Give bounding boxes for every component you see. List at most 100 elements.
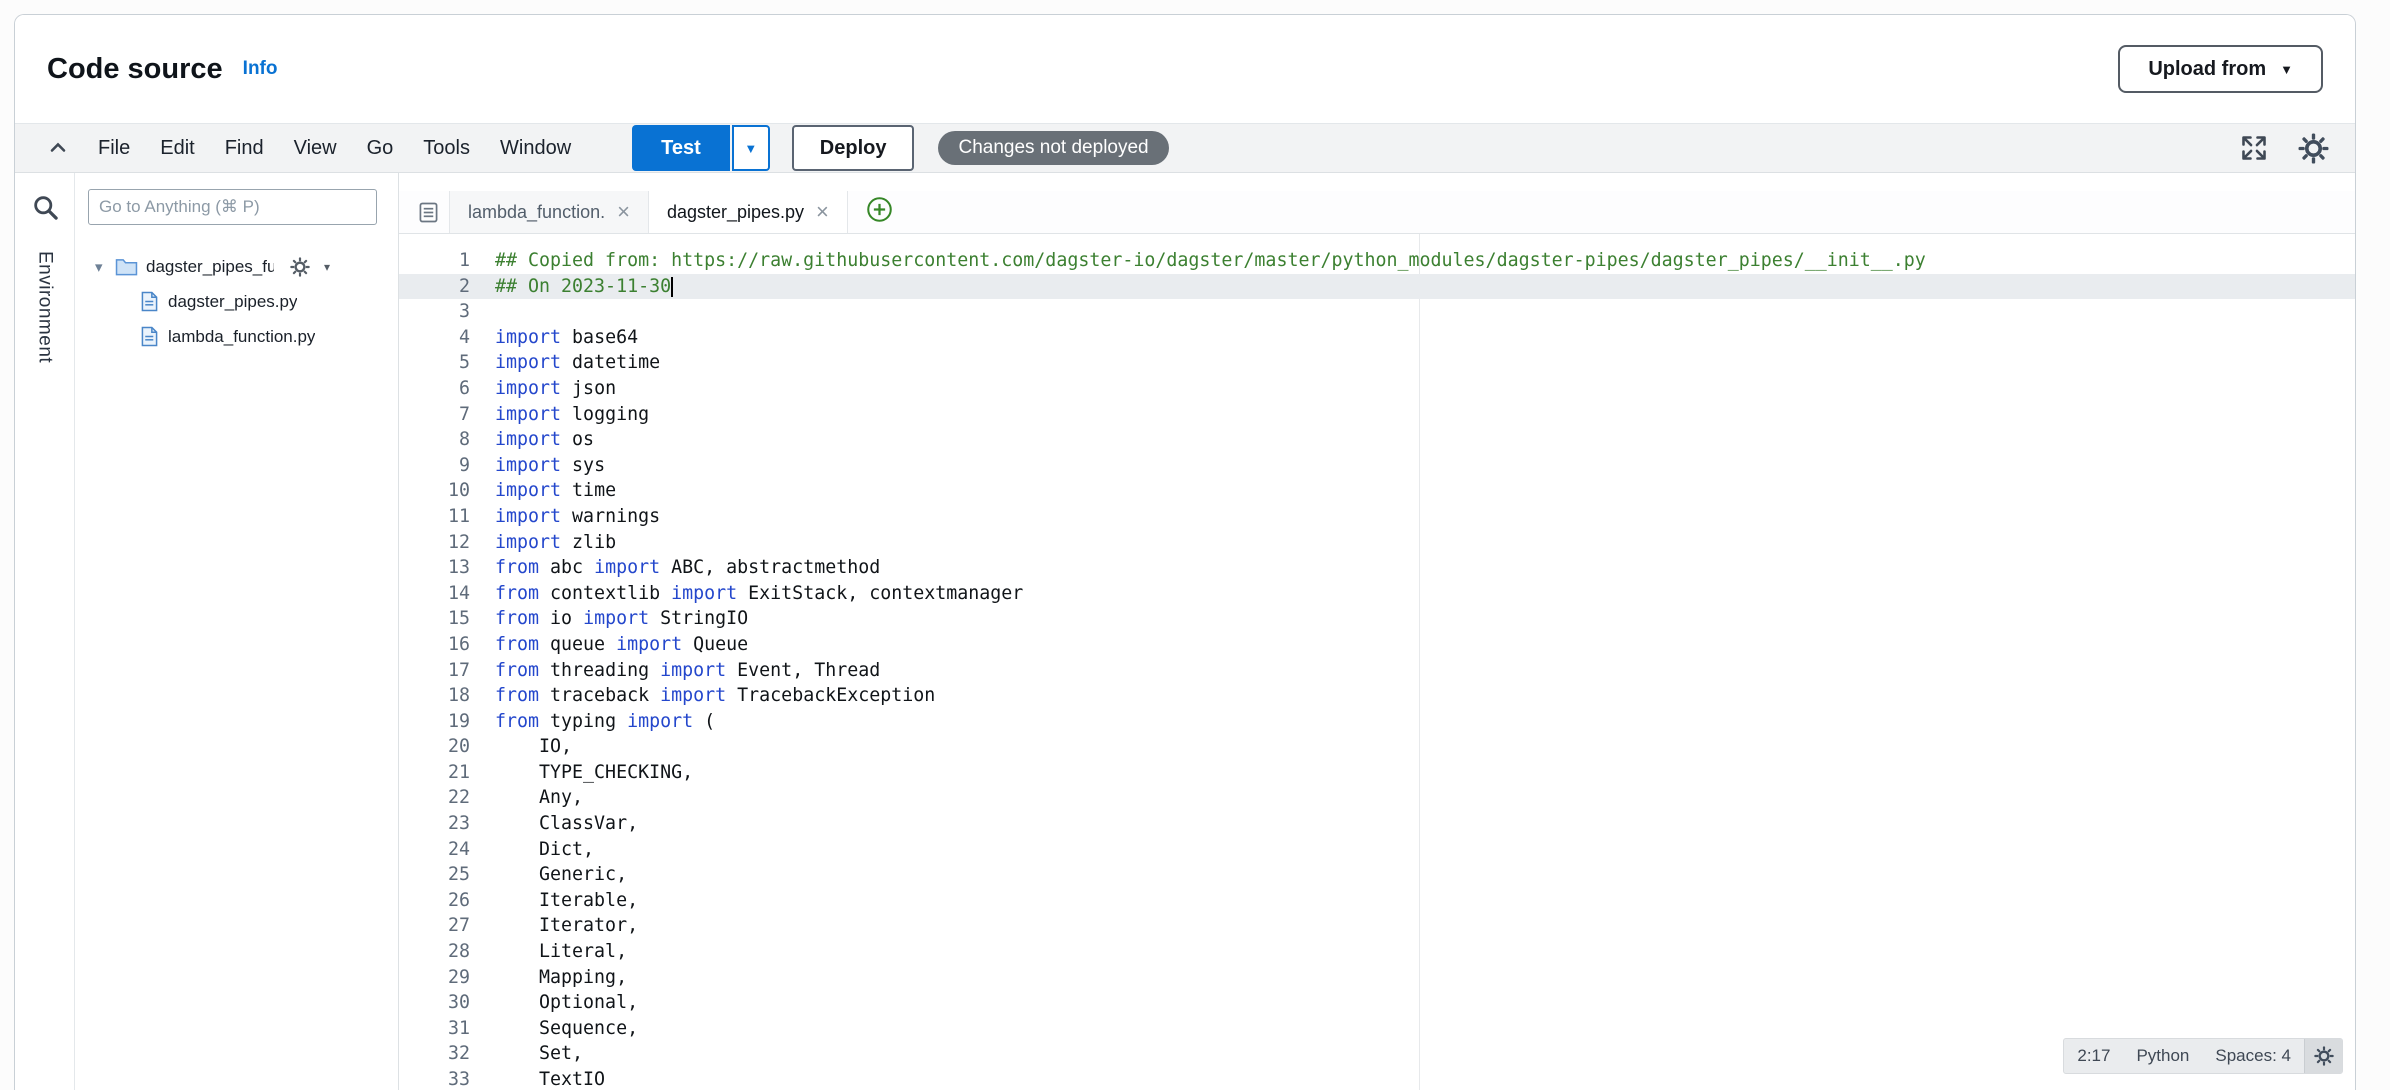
line-number: 14	[399, 581, 470, 607]
code-line-14[interactable]: 14from contextlib import ExitStack, cont…	[399, 581, 2355, 607]
caret-down-icon: ▼	[744, 141, 757, 156]
code-text: from abc import ABC, abstractmethod	[495, 555, 880, 581]
info-link[interactable]: Info	[243, 58, 278, 80]
deploy-button[interactable]: Deploy	[792, 125, 915, 171]
changes-status-badge: Changes not deployed	[938, 131, 1168, 165]
code-line-15[interactable]: 15from io import StringIO	[399, 606, 2355, 632]
folder-expand-caret-icon[interactable]: ▾	[95, 258, 113, 276]
code-text: Any,	[495, 785, 583, 811]
code-line-9[interactable]: 9import sys	[399, 453, 2355, 479]
collapse-editor-button[interactable]	[41, 136, 75, 160]
code-line-16[interactable]: 16from queue import Queue	[399, 632, 2355, 658]
line-number: 3	[399, 299, 470, 325]
code-lines: 1 ## Copied from: https://raw.githubuserc…	[399, 248, 2355, 1090]
text-cursor	[671, 277, 673, 297]
code-line-12[interactable]: 12import zlib	[399, 530, 2355, 556]
folder-item[interactable]: ▾ dagster_pipes_funct	[75, 249, 398, 284]
code-text: Dict,	[495, 837, 594, 863]
code-text: import logging	[495, 402, 649, 428]
file-list: dagster_pipes.py lambda_function.py	[75, 284, 398, 354]
code-line-23[interactable]: 23 ClassVar,	[399, 811, 2355, 837]
code-line-20[interactable]: 20 IO,	[399, 734, 2355, 760]
file-item-dagster_pipes.py[interactable]: dagster_pipes.py	[75, 284, 398, 319]
new-tab-button[interactable]	[866, 196, 893, 228]
upload-from-button[interactable]: Upload from ▼	[2118, 45, 2323, 93]
test-options-button[interactable]: ▼	[732, 125, 770, 171]
line-number: 28	[399, 939, 470, 965]
code-line-17[interactable]: 17from threading import Event, Thread	[399, 658, 2355, 684]
code-text: ## Copied from: https://raw.githubuserco…	[495, 248, 1926, 274]
test-button[interactable]: Test	[632, 125, 730, 171]
close-icon[interactable]: ×	[617, 201, 630, 223]
menu-item-find[interactable]: Find	[210, 137, 279, 160]
code-line-13[interactable]: 13from abc import ABC, abstractmethod	[399, 555, 2355, 581]
file-explorer: ▾ dagster_pipes_funct	[75, 173, 399, 1090]
code-line-1[interactable]: 1 ## Copied from: https://raw.githubuserc…	[399, 248, 2355, 274]
file-item-lambda_function.py[interactable]: lambda_function.py	[75, 319, 398, 354]
code-line-2[interactable]: 2## On 2023-11-30	[399, 274, 2355, 300]
code-text: Iterable,	[495, 888, 638, 914]
menu-item-view[interactable]: View	[279, 137, 352, 160]
plus-circle-icon	[866, 196, 893, 223]
upload-from-label: Upload from	[2148, 58, 2266, 81]
code-line-11[interactable]: 11import warnings	[399, 504, 2355, 530]
goto-anything-input[interactable]	[88, 189, 377, 225]
line-number: 29	[399, 965, 470, 991]
code-line-7[interactable]: 7 import logging	[399, 402, 2355, 428]
code-line-24[interactable]: 24 Dict,	[399, 837, 2355, 863]
code-line-5[interactable]: 5import datetime	[399, 350, 2355, 376]
code-line-27[interactable]: 27 Iterator,	[399, 913, 2355, 939]
statusbar-settings-button[interactable]	[2304, 1039, 2342, 1073]
code-line-22[interactable]: 22 Any,	[399, 785, 2355, 811]
language-mode[interactable]: Python	[2123, 1039, 2202, 1073]
menu-item-go[interactable]: Go	[352, 137, 409, 160]
tab-size-setting[interactable]: Spaces: 4	[2202, 1039, 2304, 1073]
code-line-26[interactable]: 26 Iterable,	[399, 888, 2355, 914]
line-number: 1	[399, 248, 470, 274]
code-line-33[interactable]: 33 TextIO	[399, 1067, 2355, 1090]
code-editor[interactable]: 1 ## Copied from: https://raw.githubuserc…	[399, 234, 2355, 1090]
code-text: import time	[495, 478, 616, 504]
menu-item-edit[interactable]: Edit	[145, 137, 209, 160]
code-line-21[interactable]: 21 TYPE_CHECKING,	[399, 760, 2355, 786]
tab-dagster_pipes.py[interactable]: dagster_pipes.py×	[649, 191, 848, 233]
tab-lambda_function.[interactable]: lambda_function.×	[449, 191, 649, 233]
open-files-list-button[interactable]	[407, 191, 449, 233]
environment-tab[interactable]: Environment	[34, 251, 56, 363]
cursor-position[interactable]: 2:17	[2064, 1039, 2123, 1073]
editor-settings-button[interactable]	[2298, 133, 2329, 164]
editor-menubar: FileEditFindViewGoToolsWindow Test ▼ Dep…	[15, 123, 2355, 173]
code-text: import sys	[495, 453, 605, 479]
line-number: 31	[399, 1016, 470, 1042]
line-number: 7	[399, 402, 470, 428]
code-line-6[interactable]: 6import json	[399, 376, 2355, 402]
search-button[interactable]	[31, 193, 59, 221]
line-number: 24	[399, 837, 470, 863]
caret-down-icon: ▼	[2280, 62, 2293, 77]
menu-item-file[interactable]: File	[83, 137, 145, 160]
code-line-32[interactable]: 32 Set,	[399, 1041, 2355, 1067]
code-line-10[interactable]: 10import time	[399, 478, 2355, 504]
line-number: 23	[399, 811, 470, 837]
code-line-4[interactable]: 4import base64	[399, 325, 2355, 351]
code-text: import json	[495, 376, 616, 402]
code-line-19[interactable]: 19from typing import (	[399, 709, 2355, 735]
code-line-29[interactable]: 29 Mapping,	[399, 965, 2355, 991]
line-number: 18	[399, 683, 470, 709]
code-line-30[interactable]: 30 Optional,	[399, 990, 2355, 1016]
code-line-28[interactable]: 28 Literal,	[399, 939, 2355, 965]
line-number: 15	[399, 606, 470, 632]
close-icon[interactable]: ×	[816, 201, 829, 223]
code-line-25[interactable]: 25 Generic,	[399, 862, 2355, 888]
menu-item-window[interactable]: Window	[485, 137, 586, 160]
line-number: 17	[399, 658, 470, 684]
fullscreen-button[interactable]	[2240, 134, 2268, 162]
code-line-8[interactable]: 8import os	[399, 427, 2355, 453]
code-line-31[interactable]: 31 Sequence,	[399, 1016, 2355, 1042]
code-text: import base64	[495, 325, 638, 351]
folder-settings-button[interactable]: ▾	[288, 257, 330, 277]
menu-item-tools[interactable]: Tools	[408, 137, 485, 160]
code-line-3[interactable]: 3	[399, 299, 2355, 325]
file-name: lambda_function.py	[168, 327, 315, 347]
code-line-18[interactable]: 18from traceback import TracebackExcepti…	[399, 683, 2355, 709]
